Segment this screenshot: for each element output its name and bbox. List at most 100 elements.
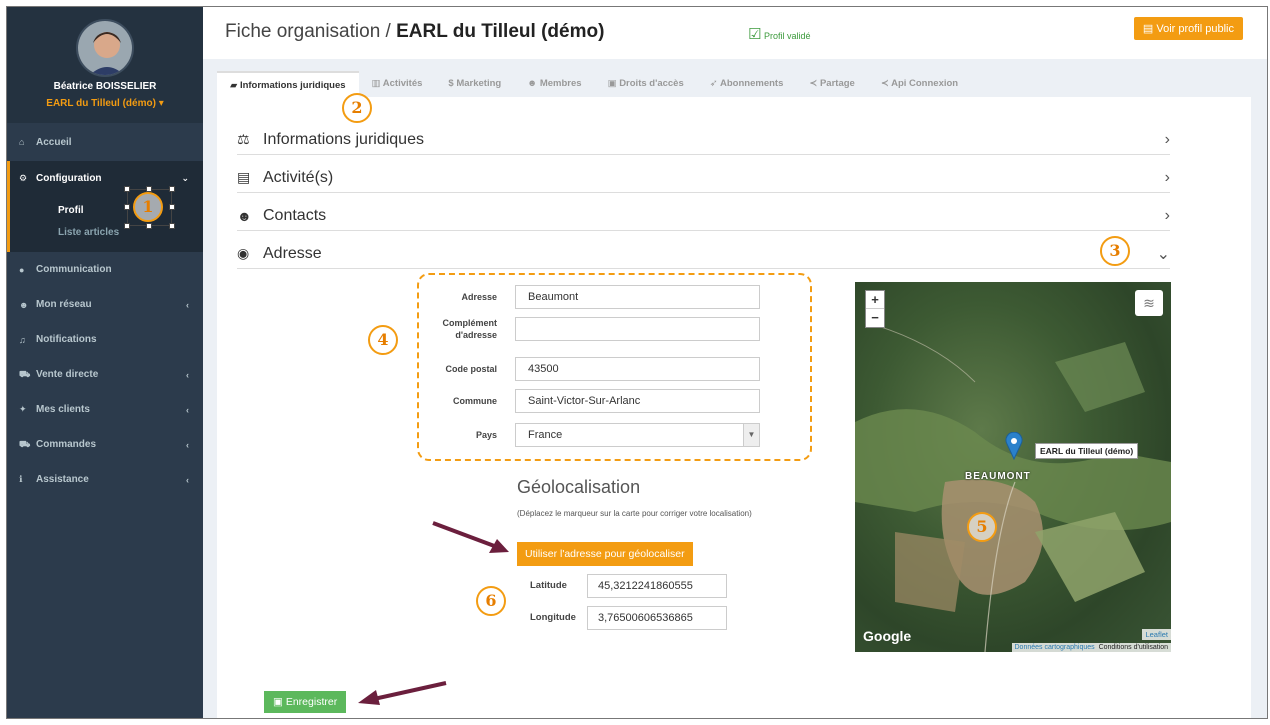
chevron-right-icon: › (1164, 168, 1170, 186)
sidebar-item-assistance[interactable]: ℹ Assistance ‹ (7, 462, 203, 497)
users-icon: ☻ (237, 207, 252, 224)
latitude-label: Latitude (530, 580, 567, 591)
cart-icon: ⛟ (19, 368, 31, 379)
annotation-4: 4 (368, 325, 398, 355)
sidebar-item-communication[interactable]: ● Communication (7, 252, 203, 287)
commune-row: Commune Saint-Victor-Sur-Arlanc (419, 389, 760, 413)
leaflet-link[interactable]: Leaflet (1142, 629, 1171, 640)
pays-select[interactable]: France ▼ (515, 423, 760, 447)
id-card-icon: ▤ (1142, 23, 1157, 35)
sidebar-item-notifications[interactable]: ♫ Notifications (7, 322, 203, 357)
check-icon: ☑ (748, 26, 762, 43)
map-marker-icon[interactable] (1005, 432, 1023, 460)
map[interactable]: + − ≋ EARL du Tilleul (démo) BEAUMONT Go… (855, 282, 1171, 652)
handshake-icon: ✦ (19, 404, 27, 414)
complement-row: Complément d'adresse (419, 317, 760, 341)
globe-icon: ◉ (237, 245, 250, 261)
section-activites[interactable]: ▤ Activité(s) › (237, 163, 1170, 193)
save-button[interactable]: ▣ Enregistrer (264, 691, 347, 713)
sidebar-item-vente-directe[interactable]: ⛟ Vente directe ‹ (7, 357, 203, 392)
tab-activites[interactable]: ▥ Activités (359, 71, 436, 97)
chart-icon: ▥ (371, 78, 383, 89)
address-form: Adresse Beaumont Complément d'adresse Co… (417, 273, 812, 461)
rocket-icon: ➶ (709, 78, 721, 89)
sidebar-item-label: Communication (36, 264, 112, 275)
annotation-1: 1 (133, 192, 163, 222)
tab-bar: ▰ Informations juridiques ▥ Activités $ … (217, 71, 971, 97)
longitude-field[interactable]: 3,76500606536865 (587, 606, 727, 630)
geolocate-button[interactable]: Utiliser l'adresse pour géolocaliser (517, 542, 693, 566)
users-icon: ☻ (527, 78, 540, 89)
geo-title: Géolocalisation (517, 477, 641, 497)
lock-icon: ▣ (607, 78, 620, 89)
chevron-left-icon: ‹ (186, 369, 189, 380)
zoom-control: + − (865, 290, 885, 328)
sidebar: Béatrice BOISSELIER EARL du Tilleul (dém… (7, 7, 203, 718)
chevron-down-icon: ▼ (743, 424, 759, 446)
section-informations-juridiques[interactable]: ⚖ Informations juridiques › (237, 125, 1170, 155)
status-badge: ☑ Profil validé (748, 26, 811, 43)
sidebar-item-mon-reseau[interactable]: ☻ Mon réseau ‹ (7, 287, 203, 322)
folder-icon: ▰ (230, 80, 240, 91)
org-switcher[interactable]: EARL du Tilleul (démo) ▾ (7, 98, 203, 109)
tab-panel: ⚖ Informations juridiques › ▤ Activité(s… (217, 97, 1251, 718)
annotation-5: 5 (967, 512, 997, 542)
tab-droits-acces[interactable]: ▣ Droits d'accès (595, 71, 697, 97)
info-icon: ℹ (19, 474, 23, 484)
users-icon: ☻ (19, 299, 29, 310)
user-name: Béatrice BOISSELIER (53, 81, 157, 92)
sidebar-item-label: Vente directe (36, 369, 99, 380)
commune-field[interactable]: Saint-Victor-Sur-Arlanc (515, 389, 760, 413)
satellite-imagery (855, 321, 1171, 652)
chevron-down-icon: ⌄ (1156, 245, 1170, 263)
public-profile-button[interactable]: ▤ Voir profil public (1133, 17, 1243, 40)
tab-marketing[interactable]: $ Marketing (435, 71, 514, 97)
pays-row: Pays France ▼ (419, 423, 760, 447)
town-label: BEAUMONT (965, 471, 1031, 482)
home-icon: ⌂ (19, 137, 25, 147)
section-adresse[interactable]: ◉ Adresse ⌄ (237, 239, 1170, 269)
tab-abonnements[interactable]: ➶ Abonnements (697, 71, 797, 97)
adresse-field[interactable]: Beaumont (515, 285, 760, 309)
annotation-3: 3 (1100, 236, 1130, 266)
latitude-field[interactable]: 45,3212241860555 (587, 574, 727, 598)
zoom-out-button[interactable]: − (866, 309, 884, 327)
zoom-in-button[interactable]: + (866, 291, 884, 309)
map-attribution: Données cartographiques Conditions d'uti… (1011, 643, 1171, 652)
sidebar-item-label: Assistance (36, 474, 89, 485)
tab-api-connexion[interactable]: ≺ Api Connexion (868, 71, 971, 97)
sidebar-item-label: Configuration (36, 173, 102, 184)
share-icon: ≺ (809, 78, 820, 89)
sidebar-item-label: Accueil (36, 136, 72, 148)
sidebar-item-accueil[interactable]: ⌂ Accueil (7, 123, 203, 161)
chevron-left-icon: ‹ (186, 474, 189, 485)
share-icon: ≺ (880, 78, 892, 89)
adresse-row: Adresse Beaumont (419, 285, 760, 309)
terms-link[interactable]: Conditions d'utilisation (1099, 644, 1168, 651)
arrow-annotation-geolocate (432, 521, 509, 553)
annotation-6: 6 (476, 586, 506, 616)
section-contacts[interactable]: ☻ Contacts › (237, 201, 1170, 231)
map-data-link[interactable]: Données cartographiques (1015, 644, 1095, 651)
annotation-2: 2 (342, 93, 372, 123)
comments-icon: ● (19, 264, 25, 275)
arrow-annotation-save (358, 681, 447, 705)
tab-membres[interactable]: ☻ Membres (514, 71, 594, 97)
sidebar-item-label: Notifications (36, 334, 97, 345)
chevron-left-icon: ‹ (186, 404, 189, 415)
code-postal-field[interactable]: 43500 (515, 357, 760, 381)
chevron-right-icon: › (1164, 130, 1170, 148)
avatar[interactable] (76, 19, 134, 77)
user-panel: Béatrice BOISSELIER EARL du Tilleul (dém… (7, 7, 203, 123)
complement-field[interactable] (515, 317, 760, 341)
sidebar-item-commandes[interactable]: ⛟ Commandes ‹ (7, 427, 203, 462)
tab-partage[interactable]: ≺ Partage (796, 71, 867, 97)
sidebar-item-label: Mes clients (36, 404, 90, 415)
bell-icon: ♫ (19, 334, 26, 345)
tab-informations-juridiques[interactable]: ▰ Informations juridiques (217, 71, 359, 97)
page-header: Fiche organisation / EARL du Tilleul (dé… (203, 7, 1267, 59)
layers-icon[interactable]: ≋ (1135, 290, 1163, 316)
marker-label: EARL du Tilleul (démo) (1035, 443, 1139, 459)
sidebar-item-mes-clients[interactable]: ✦ Mes clients ‹ (7, 392, 203, 427)
chevron-left-icon: ‹ (186, 439, 189, 450)
